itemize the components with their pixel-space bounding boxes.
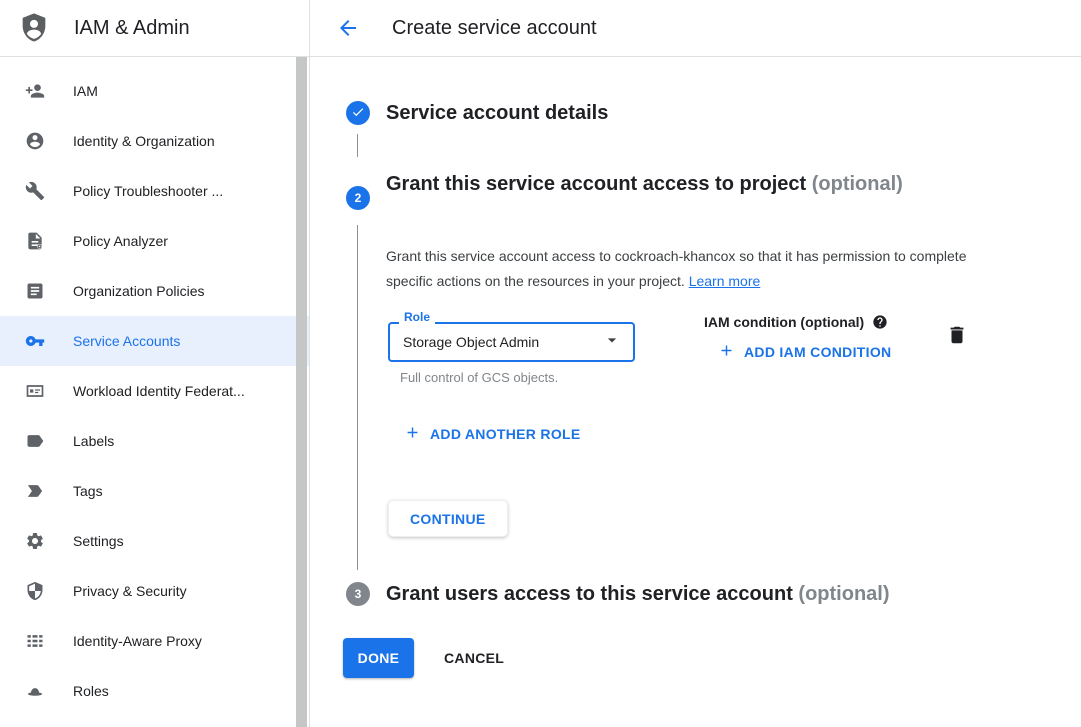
add-another-role-button[interactable]: ADD ANOTHER ROLE [404,424,581,444]
create-service-account-form: Service account details 2 Grant this ser… [310,57,1081,727]
sidebar-item-identity-organization[interactable]: Identity & Organization [0,116,309,166]
sidebar-item-tags[interactable]: Tags [0,466,309,516]
main-panel: Create service account Service account d… [310,0,1081,727]
sidebar-item-label: Identity & Organization [73,133,215,149]
tag-icon [25,481,45,501]
account-circle-icon [25,131,45,151]
sidebar-item-privacy-security[interactable]: Privacy & Security [0,566,309,616]
sidebar-item-policy-troubleshooter[interactable]: Policy Troubleshooter ... [0,166,309,216]
sidebar-item-policy-analyzer[interactable]: Policy Analyzer [0,216,309,266]
chevron-down-icon [602,330,622,355]
person-add-icon [25,81,45,101]
sidebar-item-label: Policy Troubleshooter ... [73,183,223,199]
check-icon [351,105,365,122]
role-helper-text: Full control of GCS objects. [400,370,558,385]
sidebar-item-iam[interactable]: IAM [0,66,309,116]
step2-optional-label: (optional) [812,173,903,195]
step2-title: Grant this service account access to pro… [386,170,906,198]
step-connector [357,225,358,570]
continue-button[interactable]: CONTINUE [388,500,508,537]
step3-indicator: 3 [346,582,370,606]
step2-description: Grant this service account access to coc… [386,244,1000,294]
hat-icon [25,681,45,701]
workload-identity-icon [25,381,45,401]
step3-optional-label: (optional) [798,583,889,605]
sidebar-item-label: Roles [73,683,109,699]
sidebar-item-labels[interactable]: Labels [0,416,309,466]
sidebar-nav: IAM Identity & Organization Policy Troub… [0,57,309,716]
delete-role-button[interactable] [945,324,969,348]
sidebar-item-workload-identity-federation[interactable]: Workload Identity Federat... [0,366,309,416]
role-select[interactable]: Storage Object Admin [388,322,635,362]
sidebar-item-label: Policy Analyzer [73,233,168,249]
sidebar-title: IAM & Admin [74,17,190,40]
step3-title: Grant users access to this service accou… [386,580,890,608]
role-field-label: Role [399,310,435,324]
learn-more-link[interactable]: Learn more [689,273,761,289]
step3-number: 3 [355,587,362,601]
sidebar-header: IAM & Admin [0,0,309,57]
sidebar-item-organization-policies[interactable]: Organization Policies [0,266,309,316]
sidebar-scrollbar[interactable] [296,57,307,727]
sidebar: IAM & Admin IAM Identity & Organization … [0,0,310,727]
sidebar-item-label: Workload Identity Federat... [73,383,245,399]
step2-number: 2 [355,191,362,205]
step1-title: Service account details [386,99,608,127]
service-accounts-icon [25,331,45,351]
gear-icon [25,531,45,551]
plus-icon [718,342,735,362]
policy-analyzer-icon [25,231,45,251]
sidebar-item-label: Service Accounts [73,333,180,349]
iam-condition-heading: IAM condition (optional) [704,314,888,330]
wrench-icon [25,181,45,201]
step1-indicator [346,101,370,125]
label-icon [25,431,45,451]
step-connector [357,134,358,157]
role-selected-value: Storage Object Admin [403,334,539,350]
step2-indicator: 2 [346,186,370,210]
page-title: Create service account [392,17,597,40]
topbar: Create service account [310,0,1081,57]
help-icon[interactable] [872,314,888,330]
trash-icon [946,334,968,349]
arrow-back-icon [336,16,360,40]
sidebar-item-label: Identity-Aware Proxy [73,633,202,649]
sidebar-item-settings[interactable]: Settings [0,516,309,566]
shield-icon [25,581,45,601]
cancel-button[interactable]: CANCEL [436,638,512,678]
sidebar-item-label: Labels [73,433,114,449]
sidebar-item-identity-aware-proxy[interactable]: Identity-Aware Proxy [0,616,309,666]
sidebar-item-service-accounts[interactable]: Service Accounts [0,316,309,366]
iam-admin-app: IAM & Admin IAM Identity & Organization … [0,0,1081,727]
plus-icon [404,424,421,444]
shield-person-icon [18,11,50,45]
sidebar-item-label: Tags [73,483,103,499]
org-policies-icon [25,281,45,301]
done-button[interactable]: DONE [343,638,414,678]
sidebar-item-label: Organization Policies [73,283,205,299]
sidebar-item-label: Privacy & Security [73,583,187,599]
sidebar-item-label: IAM [73,83,98,99]
back-button[interactable] [336,16,360,40]
sidebar-item-roles[interactable]: Roles [0,666,309,716]
sidebar-item-label: Settings [73,533,124,549]
add-iam-condition-button[interactable]: ADD IAM CONDITION [718,342,891,362]
iap-grid-icon [25,631,45,651]
